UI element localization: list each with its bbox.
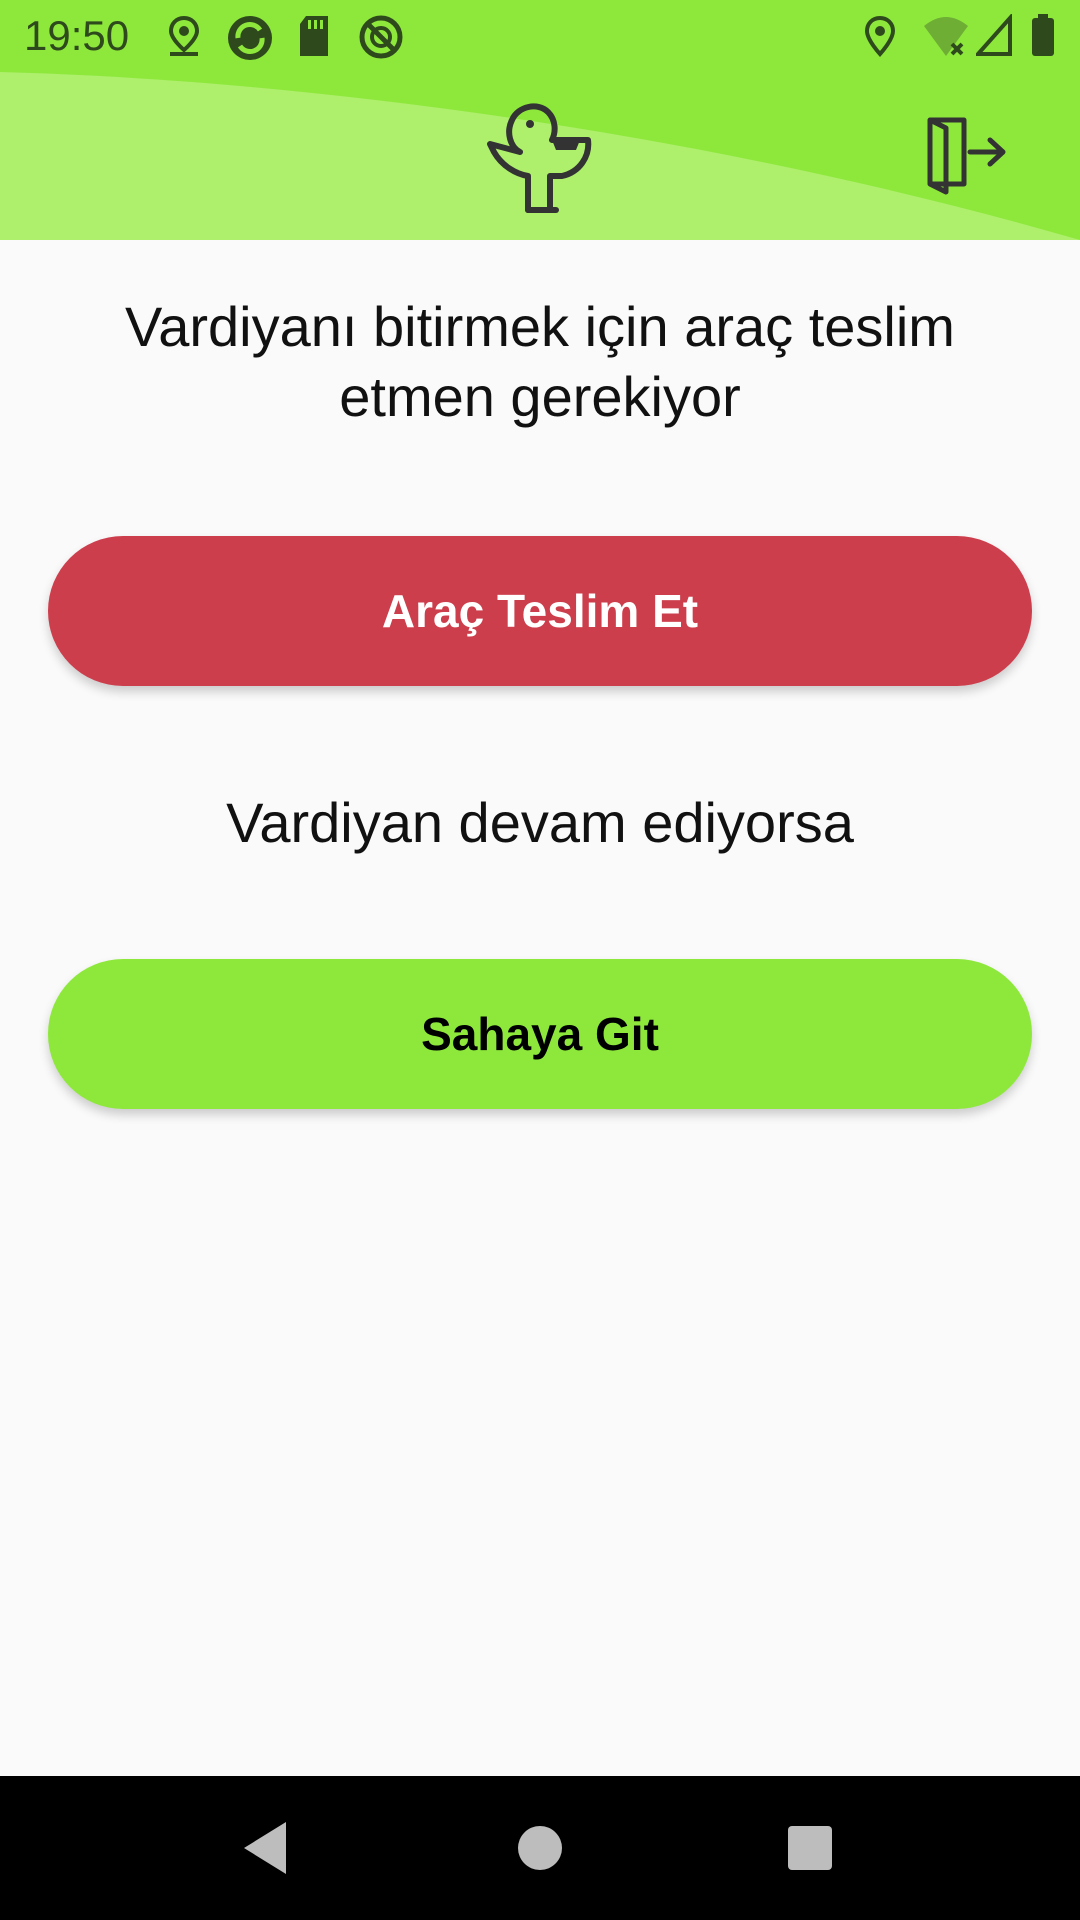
duck-logo-icon — [487, 103, 592, 213]
go-to-field-button-label: Sahaya Git — [421, 1008, 659, 1060]
status-bar: 19:50 — [0, 0, 1080, 72]
logout-icon[interactable] — [926, 114, 1008, 196]
gps-icon — [862, 14, 898, 63]
back-icon[interactable] — [230, 1812, 302, 1884]
shift-continue-message: Vardiyan devam ediyorsa — [226, 791, 854, 854]
signal-icon — [973, 12, 1014, 63]
status-time: 19:50 — [24, 12, 130, 59]
home-icon[interactable] — [504, 1812, 576, 1884]
location-pin-icon — [166, 14, 202, 63]
sync-app-icon — [226, 14, 274, 67]
deliver-vehicle-button-label: Araç Teslim Et — [381, 585, 699, 637]
deliver-vehicle-button[interactable]: Araç Teslim Et — [48, 536, 1032, 686]
system-navigation-bar — [0, 1776, 1080, 1920]
shift-end-message: Vardiyanı bitirmek için araç teslim etme… — [125, 295, 955, 428]
wifi-off-icon — [922, 14, 970, 63]
recents-icon[interactable] — [774, 1812, 846, 1884]
header-bar: 19:50 — [0, 0, 1080, 240]
no-disturb-icon — [358, 14, 404, 65]
go-to-field-button[interactable]: Sahaya Git — [48, 959, 1032, 1109]
sd-card-icon — [296, 14, 332, 63]
battery-icon — [1030, 14, 1056, 63]
